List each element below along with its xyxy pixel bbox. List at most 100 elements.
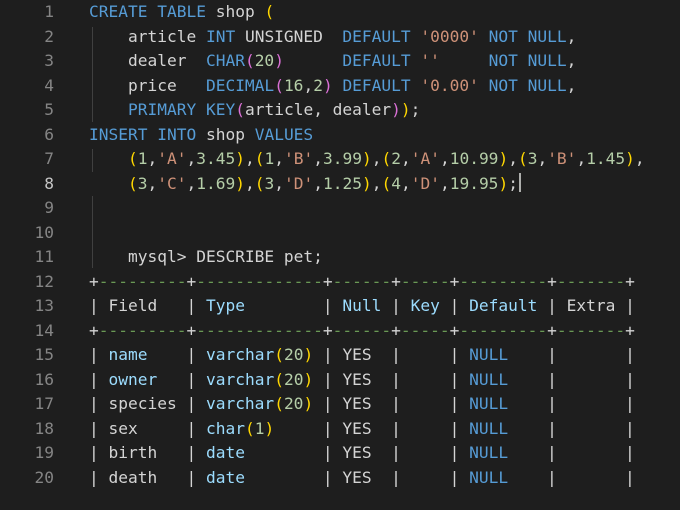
code-token: varchar [205,394,275,413]
code-line[interactable]: 19 | birth | date | YES | | NULL | | [0,441,680,466]
code-token: NULL [527,26,567,46]
code-line[interactable]: 16 | owner | varchar(20) | YES | | NULL |… [0,368,680,393]
line-number: 7 [44,149,54,168]
code-token: ------ [332,320,392,340]
code-token: ) [264,418,275,438]
code-token: , [634,149,645,168]
code-token: | sex | [89,418,206,438]
code-token: | species | [89,394,206,413]
code-token: , [244,149,255,168]
code-line[interactable]: 4 price DECIMAL(16,2) DEFAULT '0.00' NOT… [0,74,680,99]
code-line[interactable]: 11 mysql> DESCRIBE pet; [0,245,680,270]
line-code: | name | varchar(20) | YES | | NULL | | [89,343,635,368]
code-token: + [547,271,557,291]
code-token: 19.95 [449,173,499,193]
code-token: ) [498,149,509,168]
code-token: | YES | | [244,443,470,462]
code-token: '' [420,51,440,70]
line-code: article INT UNSIGNED DEFAULT '0000' NOT … [89,25,576,50]
code-token: ) [361,173,372,193]
code-token: , [576,149,587,168]
code-token: + [186,271,197,291]
line-number: 15 [34,345,55,364]
code-token: varchar [205,369,275,389]
code-token: + [391,271,401,291]
line-number: 3 [44,51,54,70]
code-token: 3 [527,149,538,168]
code-token: TABLE [157,2,206,21]
code-token: NOT [488,26,518,46]
line-number: 18 [34,418,55,438]
code-token: ( [274,394,284,413]
code-token: , [313,149,323,168]
code-token: --------- [459,320,548,340]
code-token: | birth | [89,443,206,462]
code-token: ) [235,149,245,168]
code-line[interactable]: 6 INSERT INTO shop VALUES [0,123,680,148]
code-token: '0000' [420,26,479,46]
code-line[interactable]: 7 (1,'A',3.45),(1,'B',3.99),(2,'A',10.99… [0,147,680,172]
code-line[interactable]: 13 | Field | Type | Null | Key | Default … [0,294,680,319]
code-token: 'D' [410,173,440,193]
code-token: varchar [205,345,275,364]
code-token: ) [322,75,333,95]
code-line[interactable]: 15 | name | varchar(20) | YES | | NULL | … [0,343,680,368]
code-token: owner [108,369,158,389]
code-token: | | [508,369,635,389]
code-token: INTO [157,124,197,144]
code-token: VALUES [254,124,314,144]
code-line[interactable]: 20 | death | date | YES | | NULL | | [0,466,680,491]
code-line[interactable]: 12 +---------+-------------+------+-----+… [0,270,680,295]
code-token: NOT [488,75,518,95]
code-line[interactable]: 8 (3,'C',1.69),(3,'D',1.25),(4,'D',19.95… [0,171,680,196]
code-line[interactable]: 9 [0,196,680,221]
code-token: | [147,345,206,364]
code-line[interactable]: 3 dealer CHAR(20) DEFAULT '' NOT NULL, [0,49,680,74]
code-line[interactable]: 18 | sex | char(1) | YES | | NULL | | [0,417,680,442]
code-token: 'C' [157,173,187,193]
text-cursor [518,172,521,192]
code-token: article, dealer [244,100,392,119]
code-line[interactable]: 5 PRIMARY KEY(article, dealer)); [0,98,680,123]
line-number: 20 [34,467,55,487]
code-token: ( [381,173,392,193]
code-line[interactable]: 1 CREATE TABLE shop ( [0,0,680,25]
code-token: , [537,149,548,168]
code-editor[interactable]: 1 CREATE TABLE shop (2 article INT UNSIGN… [0,0,680,510]
code-token: | | [508,418,635,438]
code-token: ------ [332,271,392,291]
code-token: , [313,173,323,193]
code-token: DEFAULT [342,51,411,70]
code-token: | Extra | [537,296,635,315]
code-token: NULL [527,51,567,70]
code-token: + [449,271,460,291]
code-token: ------------- [196,271,323,291]
code-token: NULL [527,75,567,95]
code-line[interactable]: 10 [0,221,680,246]
code-token: , [274,149,284,168]
code-line[interactable]: 14 +---------+-------------+------+-----+… [0,319,680,344]
line-number: 14 [34,320,55,340]
code-token: Default [469,296,538,315]
code-token: , [147,149,158,168]
line-number: 1 [44,2,54,21]
code-token: | | [508,443,635,462]
code-token: date [205,443,245,462]
code-token: 20 [283,394,304,413]
line-number: 11 [34,247,55,266]
code-token: PRIMARY [127,100,197,119]
code-token: | death | [89,467,206,487]
code-token: NULL [469,345,509,364]
code-token: INSERT [89,124,148,144]
code-line[interactable]: 2 article INT UNSIGNED DEFAULT '0000' NO… [0,25,680,50]
code-token: | YES | | [244,467,470,487]
code-token: ( [127,173,138,193]
code-line[interactable]: 17 | species | varchar(20) | YES | | NULL… [0,392,680,417]
code-token: price [89,75,206,95]
